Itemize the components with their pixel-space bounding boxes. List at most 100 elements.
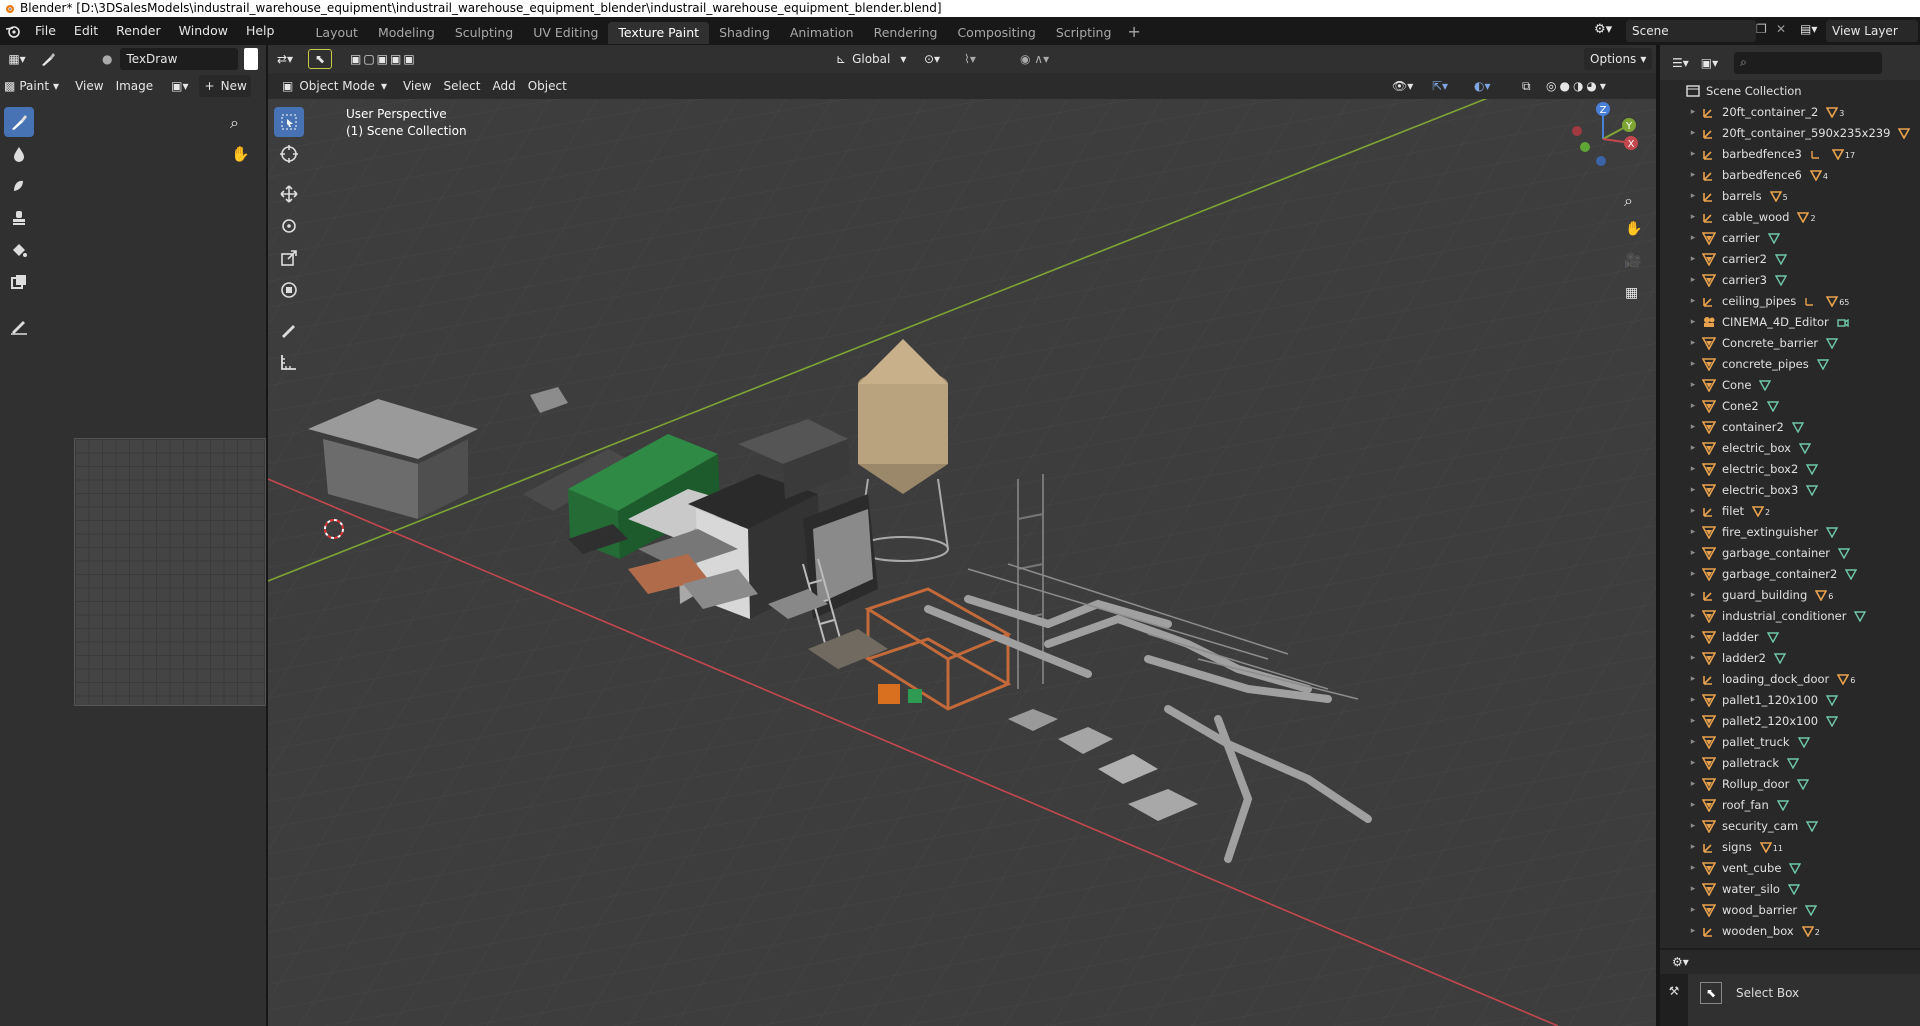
properties-editor-type-icon[interactable]: ⚙▾ xyxy=(1666,951,1695,973)
outliner-item[interactable]: ▸ palletrack xyxy=(1660,752,1920,773)
expand-arrow-icon[interactable]: ▸ xyxy=(1686,296,1700,306)
outliner-item[interactable]: ▸ Concrete_barrier xyxy=(1660,332,1920,353)
perspective-toggle-icon[interactable]: ▦ xyxy=(1625,285,1638,301)
outliner-item[interactable]: ▸ cable_wood 2 xyxy=(1660,206,1920,227)
menu-help[interactable]: Help xyxy=(237,17,284,45)
display-mode-icon[interactable]: ▣▾ xyxy=(1695,52,1724,74)
expand-arrow-icon[interactable]: ▸ xyxy=(1686,737,1700,747)
tab-modeling[interactable]: Modeling xyxy=(368,22,445,44)
outliner-item[interactable]: ▸ wood_barrier xyxy=(1660,899,1920,920)
outliner-item[interactable]: ▸ Rollup_door xyxy=(1660,773,1920,794)
options-dropdown[interactable]: Options ▾ xyxy=(1584,48,1653,70)
outliner-item[interactable]: ▸ carrier3 xyxy=(1660,269,1920,290)
object-data-icon[interactable]: 17 xyxy=(1810,148,1855,160)
object-data-icon[interactable] xyxy=(1898,127,1911,139)
expand-arrow-icon[interactable]: ▸ xyxy=(1686,716,1700,726)
object-data-icon[interactable]: 11 xyxy=(1759,841,1783,853)
outliner-item[interactable]: ▸ water_silo xyxy=(1660,878,1920,899)
cursor-tool-button[interactable] xyxy=(274,139,304,169)
transform-orientation-dropdown[interactable]: ⊾ Global ▾ xyxy=(830,48,912,70)
expand-arrow-icon[interactable]: ▸ xyxy=(1686,338,1700,348)
delete-scene-icon[interactable]: ✕ xyxy=(1776,22,1786,36)
view-layer-field[interactable]: View Layer xyxy=(1826,20,1918,42)
expand-arrow-icon[interactable]: ▸ xyxy=(1686,506,1700,516)
rotate-tool-button[interactable] xyxy=(274,211,304,241)
gizmo-toggle-icon[interactable]: ⇱▾ xyxy=(1426,75,1454,97)
object-data-icon[interactable] xyxy=(1791,421,1805,433)
overlay-toggle-icon[interactable]: ◐▾ xyxy=(1468,75,1497,97)
clone-tool-button[interactable] xyxy=(4,203,34,233)
expand-arrow-icon[interactable]: ▸ xyxy=(1686,317,1700,327)
outliner-item[interactable]: ▸ Cone2 xyxy=(1660,395,1920,416)
tab-compositing[interactable]: Compositing xyxy=(947,22,1045,44)
expand-arrow-icon[interactable]: ▸ xyxy=(1686,233,1700,243)
object-data-icon[interactable] xyxy=(1774,274,1788,286)
expand-arrow-icon[interactable]: ▸ xyxy=(1686,422,1700,432)
menu-view[interactable]: View xyxy=(397,75,437,97)
pivot-point-icon[interactable]: ⊙▾ xyxy=(918,48,946,70)
add-workspace-icon[interactable]: + xyxy=(1121,22,1146,41)
expand-arrow-icon[interactable]: ▸ xyxy=(1686,170,1700,180)
object-data-icon[interactable]: 6 xyxy=(1815,589,1833,601)
object-data-icon[interactable] xyxy=(1798,442,1812,454)
outliner-item[interactable]: ▸ electric_box xyxy=(1660,437,1920,458)
tab-texture-paint[interactable]: Texture Paint xyxy=(608,21,710,44)
transform-tool-button[interactable] xyxy=(274,275,304,305)
object-data-icon[interactable]: 5 xyxy=(1769,190,1788,202)
editor-type-icon[interactable]: ▦▾ xyxy=(0,48,34,70)
expand-arrow-icon[interactable]: ▸ xyxy=(1686,926,1700,936)
object-data-icon[interactable]: 6 xyxy=(1837,673,1855,685)
object-data-icon[interactable] xyxy=(1787,883,1801,895)
outliner-item[interactable]: ▸ carrier2 xyxy=(1660,248,1920,269)
expand-arrow-icon[interactable]: ▸ xyxy=(1686,149,1700,159)
new-image-button[interactable]: + New xyxy=(198,75,251,97)
paint-mode-dropdown[interactable]: ▩ Paint ▾ xyxy=(0,75,65,97)
brush-icon[interactable] xyxy=(34,48,62,70)
outliner-item[interactable]: ▸ pallet_truck xyxy=(1660,731,1920,752)
tab-sculpting[interactable]: Sculpting xyxy=(445,22,523,44)
outliner-item[interactable]: ▸ filet 2 xyxy=(1660,500,1920,521)
outliner-item[interactable]: ▸ guard_building 6 xyxy=(1660,584,1920,605)
outliner-item[interactable]: ▸ electric_box3 xyxy=(1660,479,1920,500)
outliner-item[interactable]: ▸ ladder xyxy=(1660,626,1920,647)
expand-arrow-icon[interactable]: ▸ xyxy=(1686,275,1700,285)
outliner-item[interactable]: ▸ ceiling_pipes 65 xyxy=(1660,290,1920,311)
outliner-item[interactable]: ▸ ladder2 xyxy=(1660,647,1920,668)
object-data-icon[interactable] xyxy=(1773,652,1787,664)
outliner-item[interactable]: ▸ electric_box2 xyxy=(1660,458,1920,479)
expand-arrow-icon[interactable]: ▸ xyxy=(1686,863,1700,873)
outliner-item[interactable]: ▸ barbedfence6 4 xyxy=(1660,164,1920,185)
3d-viewport[interactable]: User Perspective (1) Scene Collection Z … xyxy=(268,99,1656,1026)
outliner-item[interactable]: ▸ vent_cube xyxy=(1660,857,1920,878)
menu-file[interactable]: File xyxy=(26,17,65,45)
expand-arrow-icon[interactable]: ▸ xyxy=(1686,107,1700,117)
visibility-icon[interactable]: 👁▾ xyxy=(1386,75,1419,97)
object-data-icon[interactable]: 2 xyxy=(1752,505,1770,517)
object-data-icon[interactable] xyxy=(1766,631,1780,643)
object-data-icon[interactable]: 3 xyxy=(1826,106,1844,118)
tab-animation[interactable]: Animation xyxy=(780,22,864,44)
expand-arrow-icon[interactable]: ▸ xyxy=(1686,611,1700,621)
expand-arrow-icon[interactable]: ▸ xyxy=(1686,443,1700,453)
object-mode-dropdown[interactable]: ▣ Object Mode ▾ xyxy=(276,75,393,97)
outliner-editor-type-icon[interactable]: ☰▾ xyxy=(1666,52,1695,74)
outliner-item[interactable]: ▸ fire_extinguisher xyxy=(1660,521,1920,542)
expand-arrow-icon[interactable]: ▸ xyxy=(1686,485,1700,495)
object-data-icon[interactable] xyxy=(1805,904,1818,916)
viewport-editor-type-icon[interactable]: ⇄▾ xyxy=(268,48,302,70)
move-tool-button[interactable] xyxy=(274,179,304,209)
menu-image-view[interactable]: View xyxy=(69,75,109,97)
object-data-icon[interactable] xyxy=(1845,568,1858,580)
tab-layout[interactable]: Layout xyxy=(305,22,368,44)
proportional-edit-icon[interactable]: ◉ ∧▾ xyxy=(1014,48,1055,70)
selection-mode-icons[interactable]: ▣▢▣▣▣ xyxy=(344,48,423,70)
outliner-item[interactable]: ▸ concrete_pipes xyxy=(1660,353,1920,374)
menu-add[interactable]: Add xyxy=(486,75,521,97)
outliner-item[interactable]: ▸ CINEMA_4D_Editor xyxy=(1660,311,1920,332)
outliner-item[interactable]: ▸ industrial_conditioner xyxy=(1660,605,1920,626)
tab-uv-editing[interactable]: UV Editing xyxy=(523,22,608,44)
outliner-item[interactable]: ▸ barbedfence3 17 xyxy=(1660,143,1920,164)
expand-arrow-icon[interactable]: ▸ xyxy=(1686,632,1700,642)
object-data-icon[interactable] xyxy=(1789,862,1802,874)
draw-tool-button[interactable] xyxy=(4,107,34,137)
